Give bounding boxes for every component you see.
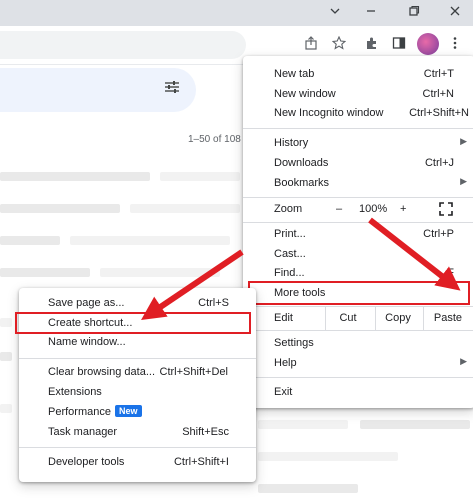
- arrow-to-more-tools: [368, 217, 461, 291]
- arrow-to-create-shortcut: [141, 249, 244, 321]
- annotation-arrows: [141, 217, 461, 321]
